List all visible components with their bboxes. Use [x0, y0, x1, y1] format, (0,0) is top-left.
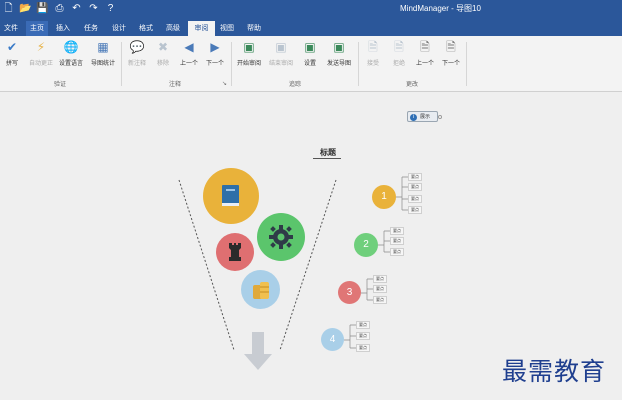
topic-number-3[interactable]: 3 [338, 281, 361, 304]
connector-lines [344, 176, 408, 349]
topic-number-4[interactable]: 4 [321, 328, 344, 351]
subtopic[interactable]: 要点 [408, 183, 422, 191]
watermark-logo: 最需教育 [502, 357, 607, 386]
subtopic[interactable]: 要点 [408, 173, 422, 181]
subtopic[interactable]: 要点 [373, 296, 387, 304]
subtopic[interactable]: 要点 [390, 248, 404, 256]
subtopic[interactable]: 要点 [408, 206, 422, 214]
subtopic[interactable]: 要点 [356, 344, 370, 352]
subtopic[interactable]: 要点 [373, 275, 387, 283]
subtopic[interactable]: 要点 [408, 195, 422, 203]
subtopic[interactable]: 要点 [356, 321, 370, 329]
subtopic[interactable]: 要点 [373, 285, 387, 293]
subtopic[interactable]: 要点 [356, 332, 370, 340]
topic-number-1[interactable]: 1 [372, 185, 396, 209]
subtopic[interactable]: 要点 [390, 227, 404, 235]
topic-number-2[interactable]: 2 [354, 233, 378, 257]
subtopic[interactable]: 要点 [390, 237, 404, 245]
